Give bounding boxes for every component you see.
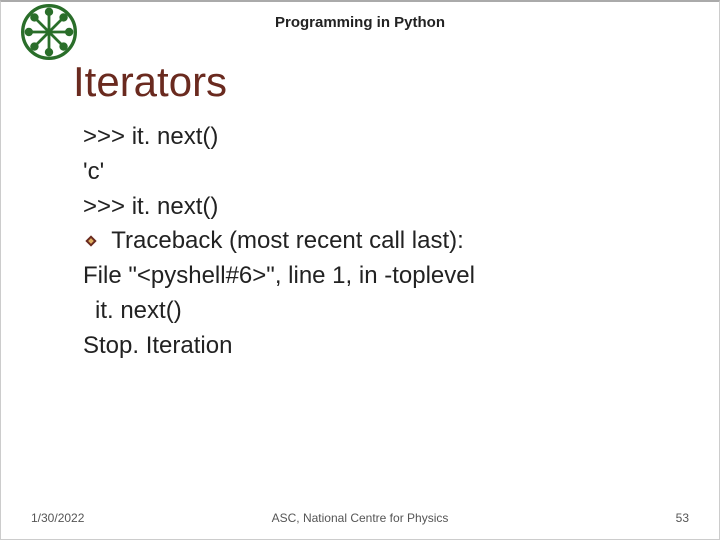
slide-body: >>> it. next() 'c' >>> it. next() Traceb… <box>83 120 683 364</box>
code-line: it. next() <box>83 294 683 329</box>
code-line: 'c' <box>83 155 683 190</box>
diamond-bullet-icon <box>83 233 99 249</box>
slide-title: Iterators <box>73 58 227 106</box>
logo-icon <box>21 4 77 65</box>
code-line: >>> it. next() <box>83 120 683 155</box>
code-line: Stop. Iteration <box>83 329 683 364</box>
code-line-bulleted: Traceback (most recent call last): <box>83 224 683 259</box>
footer-center: ASC, National Centre for Physics <box>1 511 719 525</box>
code-text: Traceback (most recent call last): <box>111 227 464 254</box>
header-title: Programming in Python <box>1 2 719 31</box>
slide-header: Programming in Python <box>1 2 719 50</box>
code-line: File "<pyshell#6>", line 1, in -toplevel <box>83 259 683 294</box>
slide: Programming in Python Iterators >>> it. … <box>0 0 720 540</box>
code-line: >>> it. next() <box>83 190 683 225</box>
footer-page-number: 53 <box>676 511 689 525</box>
